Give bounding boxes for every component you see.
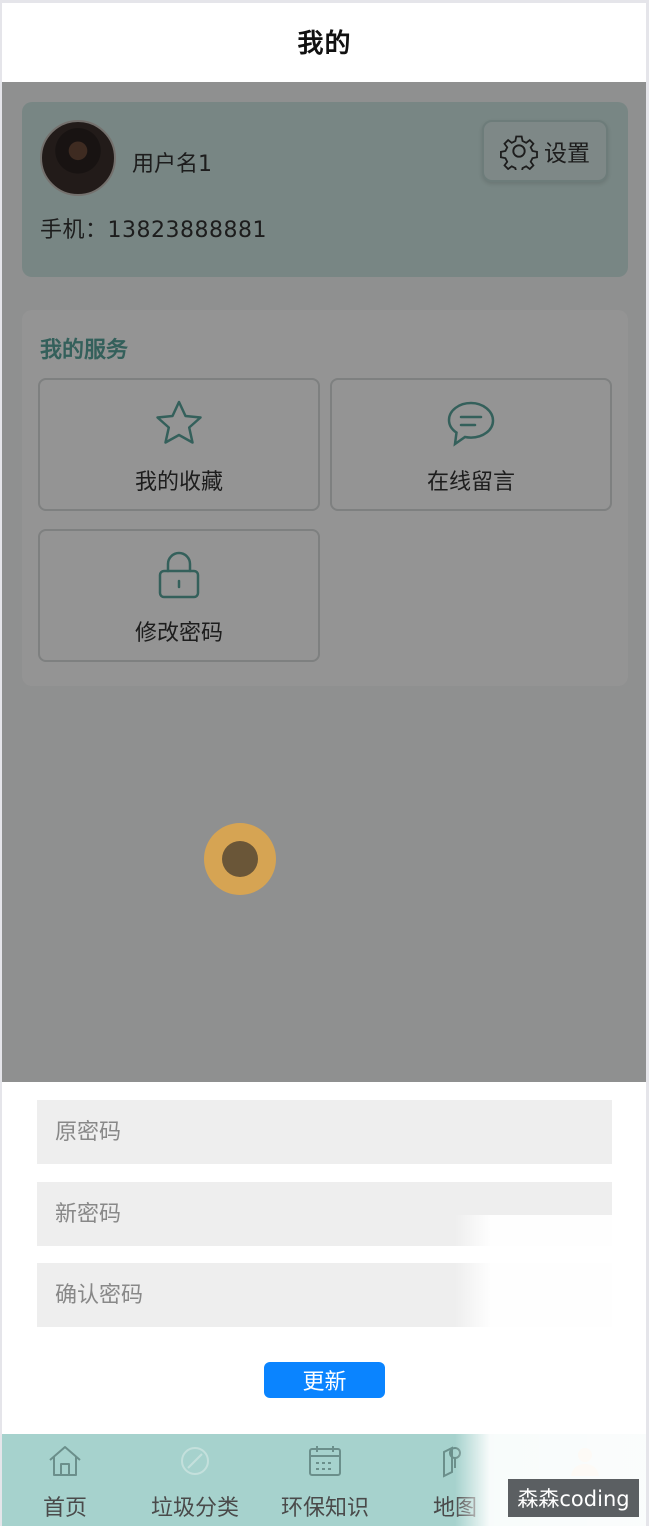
modal-overlay[interactable]	[0, 82, 649, 1082]
classify-icon	[181, 1447, 209, 1475]
tab-label: 首页	[42, 1496, 87, 1521]
old-password-field[interactable]	[37, 1100, 612, 1164]
tab-label: 垃圾分类	[150, 1496, 239, 1521]
navigation-bar: 我的	[0, 0, 649, 82]
touch-indicator-core	[222, 841, 258, 877]
tab-label: 环保知识	[280, 1496, 369, 1521]
calendar-icon	[309, 1446, 341, 1476]
tab-classification[interactable]: 垃圾分类	[130, 1434, 260, 1526]
home-icon	[49, 1446, 81, 1476]
update-button[interactable]: 更新	[264, 1362, 385, 1398]
tab-knowledge[interactable]: 环保知识	[260, 1434, 390, 1526]
tab-home[interactable]: 首页	[0, 1434, 130, 1526]
watermark: 森森coding	[508, 1479, 639, 1517]
page-title: 我的	[297, 28, 352, 59]
touch-indicator	[204, 823, 276, 895]
